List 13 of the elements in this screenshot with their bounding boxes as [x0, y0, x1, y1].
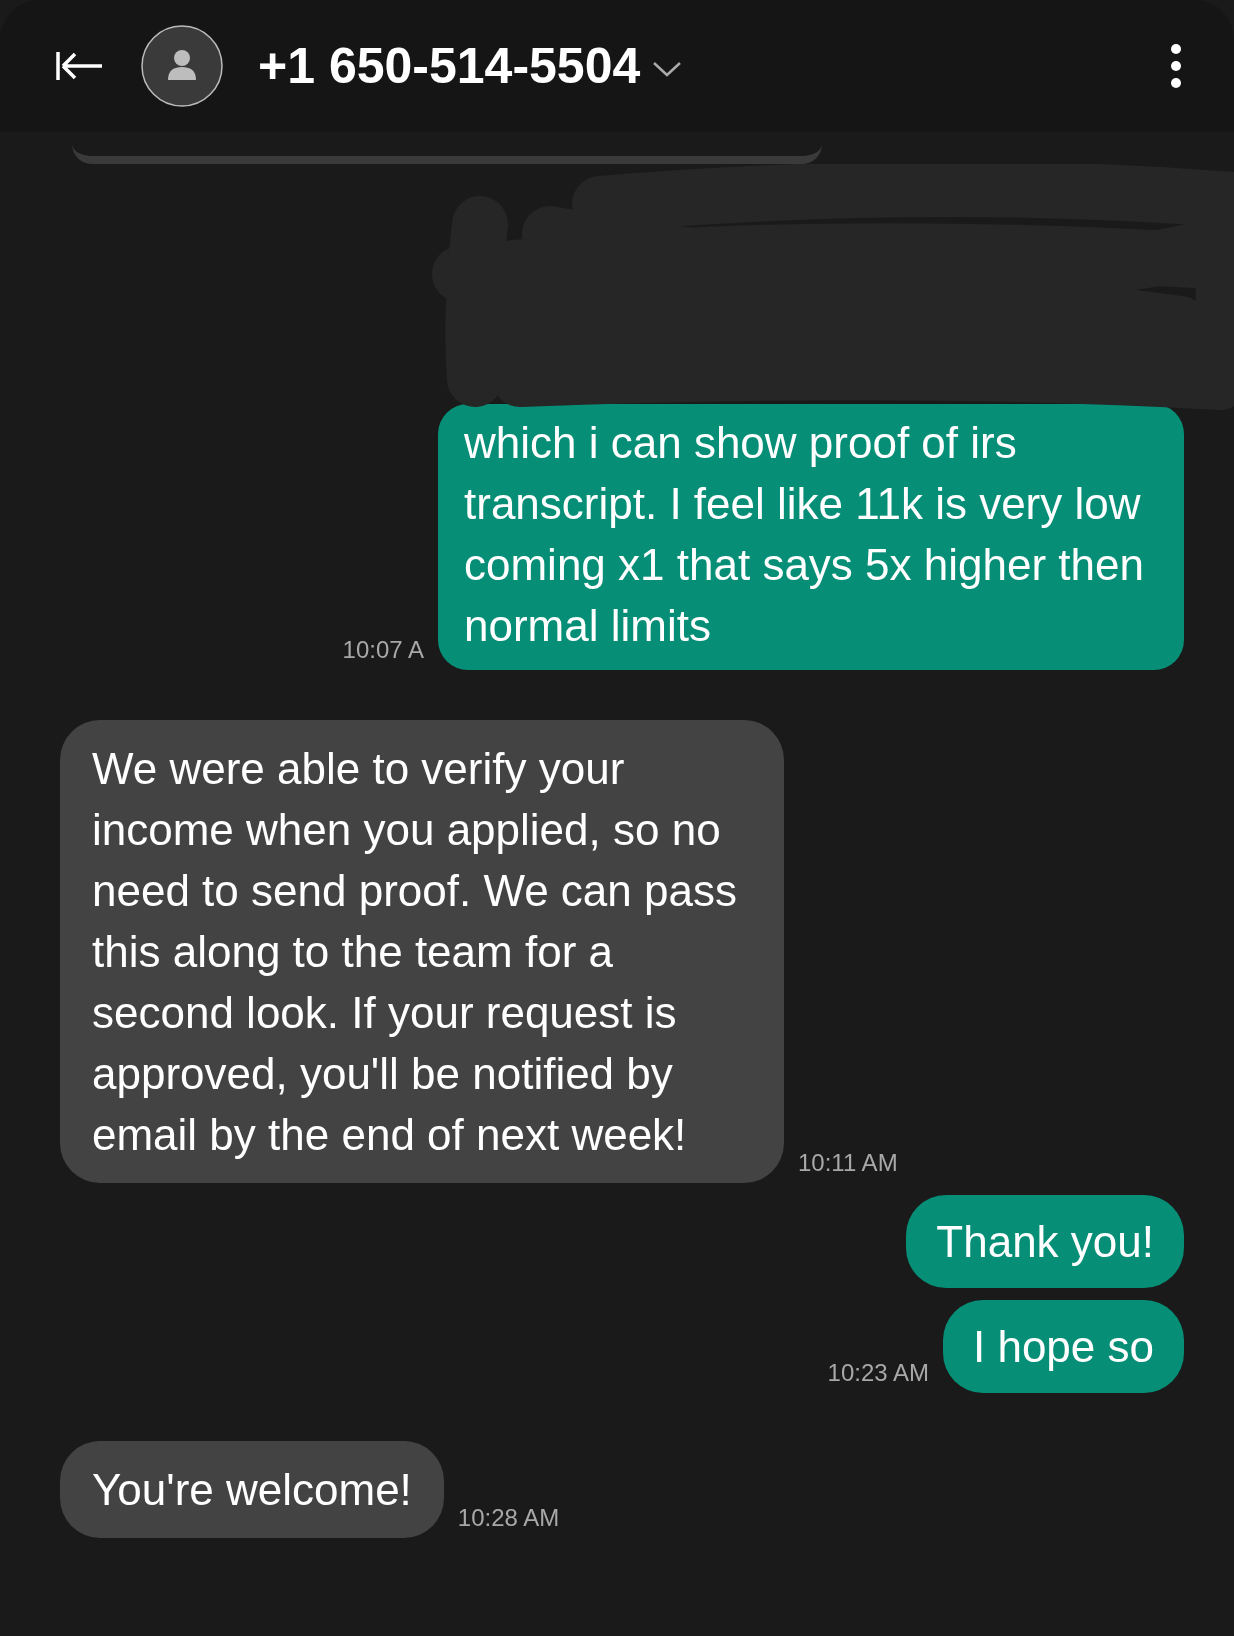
avatar-icon[interactable] [140, 24, 224, 108]
chevron-down-icon[interactable] [652, 60, 683, 78]
message-bubble: Thank you! [906, 1195, 1184, 1288]
timestamp: 10:28 AM [457, 1504, 560, 1532]
message-bubble: We were able to verify your income when you applied, so no need to send proof. We can pass this along to the team for a second look. If your request is approved, you'll be notified by email by the end of next week! [60, 720, 784, 1183]
contact-name[interactable]: +1 650-514-5504 [258, 37, 641, 95]
timestamp: 10:23 AM [827, 1359, 929, 1387]
message-bubble: You're welcome! [60, 1441, 444, 1538]
more-options-icon[interactable] [1170, 44, 1182, 88]
message-bubble: which i can show proof of irs transcript. I feel like 11k is very low coming x1 that says 5x higher then normal limits [438, 404, 1184, 670]
message-bubble: I hope so [942, 1300, 1184, 1393]
timestamp: 10:11 AM [798, 1149, 898, 1177]
timestamp: 10:07 A [342, 636, 424, 664]
